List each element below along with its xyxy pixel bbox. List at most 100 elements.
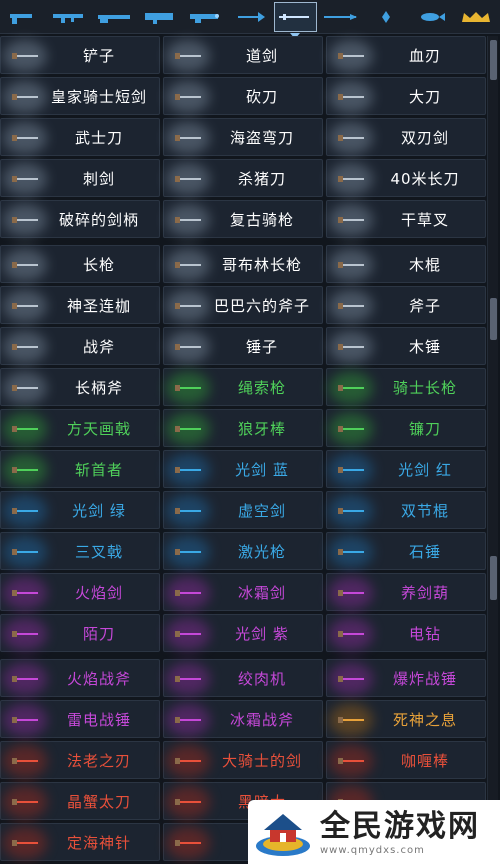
weapon-cell[interactable]: 冰霜战斧 [163, 700, 323, 738]
tab-pistol[interactable] [2, 2, 45, 32]
weapon-cell[interactable]: 砍刀 [163, 77, 323, 115]
weapon-row: 陌刀 光剑 紫 电钻 [0, 614, 486, 652]
tab-crown[interactable] [455, 2, 498, 32]
weapon-sprite-icon [175, 549, 201, 555]
weapon-sprite-icon [338, 176, 364, 182]
weapon-cell[interactable]: 方天画戟 [0, 409, 160, 447]
weapon-cell[interactable]: 海盗弯刀 [163, 118, 323, 156]
weapon-cell[interactable]: 光剑 紫 [163, 614, 323, 652]
weapon-row: 方天画戟 狼牙棒 镰刀 [0, 409, 486, 447]
weapon-cell[interactable]: 刺剑 [0, 159, 160, 197]
weapon-cell[interactable]: 光剑 绿 [0, 491, 160, 529]
weapon-sprite-icon [12, 262, 38, 268]
weapon-cell[interactable]: 长柄斧 [0, 368, 160, 406]
weapon-cell[interactable]: 陌刀 [0, 614, 160, 652]
weapon-cell[interactable]: 雷电战锤 [0, 700, 160, 738]
weapon-cell[interactable]: 绳索枪 [163, 368, 323, 406]
weapon-cell[interactable]: 皇家骑士短剑 [0, 77, 160, 115]
weapon-cell[interactable]: 咖喱棒 [326, 741, 486, 779]
weapon-cell[interactable]: 40米长刀 [326, 159, 486, 197]
weapon-cell[interactable]: 狼牙棒 [163, 409, 323, 447]
scrollbar[interactable] [487, 36, 498, 864]
weapon-row: 三叉戟 激光枪 石锤 [0, 532, 486, 570]
weapon-cell[interactable]: 定海神针 [0, 823, 160, 861]
weapon-cell[interactable]: 木棍 [326, 245, 486, 283]
weapon-cell[interactable]: 铲子 [0, 36, 160, 74]
weapon-sprite-icon [12, 717, 38, 723]
tab-launcher[interactable] [138, 2, 181, 32]
weapon-cell[interactable]: 破碎的剑柄 [0, 200, 160, 238]
weapon-cell[interactable]: 大骑士的剑 [163, 741, 323, 779]
weapon-cell[interactable]: 斧子 [326, 286, 486, 324]
scrollbar-thumb[interactable] [490, 556, 497, 600]
weapon-sprite-icon [175, 799, 201, 805]
weapon-cell[interactable]: 电钻 [326, 614, 486, 652]
tab-staff[interactable] [364, 2, 407, 32]
tab-rifle[interactable] [47, 2, 90, 32]
weapon-cell[interactable]: 双节棍 [326, 491, 486, 529]
tab-fish[interactable] [409, 2, 452, 32]
weapon-cell[interactable]: 法老之刃 [0, 741, 160, 779]
weapon-cell[interactable]: 三叉戟 [0, 532, 160, 570]
weapon-sprite-icon [175, 590, 201, 596]
weapon-cell[interactable]: 道剑 [163, 36, 323, 74]
weapon-name: 绞肉机 [237, 669, 286, 688]
weapon-cell[interactable]: 骑士长枪 [326, 368, 486, 406]
watermark-url: www.qmydxs.com [320, 844, 425, 856]
weapon-name: 光剑 紫 [235, 624, 289, 643]
crown-icon [462, 11, 491, 22]
weapon-name: 双刃剑 [400, 128, 449, 147]
bow-icon [237, 11, 265, 22]
tab-bow[interactable] [228, 2, 271, 32]
weapon-cell[interactable]: 火焰战斧 [0, 659, 160, 697]
weapon-cell[interactable]: 光剑 红 [326, 450, 486, 488]
weapon-cell[interactable]: 血刃 [326, 36, 486, 74]
weapon-cell[interactable]: 杀猪刀 [163, 159, 323, 197]
tab-melee-weapon[interactable] [273, 1, 317, 39]
weapon-name: 方天画戟 [66, 419, 131, 438]
weapon-cell[interactable]: 木锤 [326, 327, 486, 365]
weapon-cell[interactable]: 虚空剑 [163, 491, 323, 529]
weapon-name: 光剑 红 [398, 460, 452, 479]
weapon-sprite-icon [12, 176, 38, 182]
weapon-sprite-icon [175, 717, 201, 723]
weapon-cell[interactable]: 复古骑枪 [163, 200, 323, 238]
weapon-cell[interactable]: 镰刀 [326, 409, 486, 447]
weapon-name: 电钻 [408, 624, 441, 643]
weapon-cell[interactable]: 哥布林长枪 [163, 245, 323, 283]
weapon-cell[interactable]: 石锤 [326, 532, 486, 570]
weapon-cell[interactable]: 光剑 蓝 [163, 450, 323, 488]
weapon-cell[interactable]: 斩首者 [0, 450, 160, 488]
weapon-cell[interactable]: 激光枪 [163, 532, 323, 570]
weapon-cell[interactable]: 晶蟹太刀 [0, 782, 160, 820]
scrollbar-thumb[interactable] [490, 298, 497, 340]
weapon-cell[interactable]: 火焰剑 [0, 573, 160, 611]
weapon-name: 长柄斧 [74, 378, 123, 397]
tab-spear[interactable] [319, 2, 362, 32]
weapon-cell[interactable]: 绞肉机 [163, 659, 323, 697]
weapon-sprite-icon [175, 426, 201, 432]
weapon-cell[interactable]: 巴巴六的斧子 [163, 286, 323, 324]
weapon-row: 法老之刃 大骑士的剑 咖喱棒 [0, 741, 486, 779]
weapon-cell[interactable]: 双刃剑 [326, 118, 486, 156]
weapon-sprite-icon [338, 676, 364, 682]
weapon-row: 长枪 哥布林长枪 木棍 [0, 245, 486, 283]
weapon-cell[interactable]: 养剑葫 [326, 573, 486, 611]
weapon-cell[interactable]: 神圣连枷 [0, 286, 160, 324]
tab-laser-gun[interactable] [183, 2, 226, 32]
rifle-icon [52, 13, 83, 23]
weapon-cell[interactable]: 死神之息 [326, 700, 486, 738]
weapon-name: 血刃 [408, 46, 441, 65]
weapon-cell[interactable]: 长枪 [0, 245, 160, 283]
weapon-name: 晶蟹太刀 [66, 792, 131, 811]
weapon-cell[interactable]: 大刀 [326, 77, 486, 115]
weapon-cell[interactable]: 锤子 [163, 327, 323, 365]
scrollbar-thumb[interactable] [490, 40, 497, 80]
tab-shotgun[interactable] [93, 2, 136, 32]
weapon-name: 木锤 [408, 337, 441, 356]
weapon-cell[interactable]: 干草叉 [326, 200, 486, 238]
weapon-cell[interactable]: 战斧 [0, 327, 160, 365]
weapon-cell[interactable]: 冰霜剑 [163, 573, 323, 611]
weapon-cell[interactable]: 爆炸战锤 [326, 659, 486, 697]
weapon-cell[interactable]: 武士刀 [0, 118, 160, 156]
